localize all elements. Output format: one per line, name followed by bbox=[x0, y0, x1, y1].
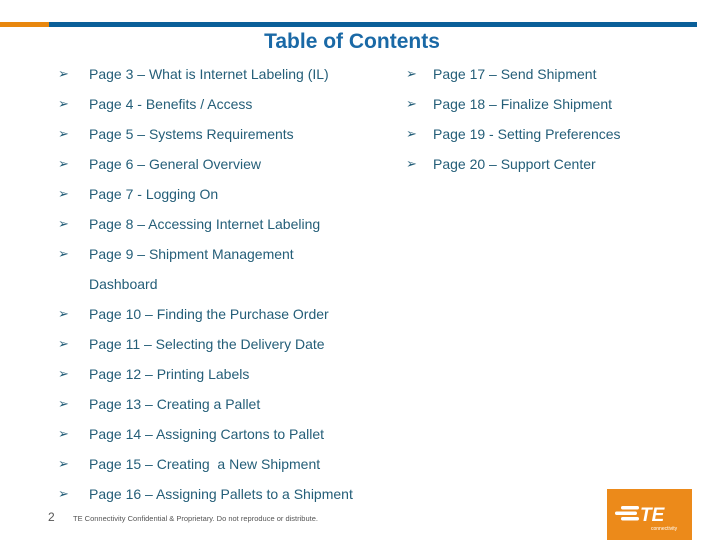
logo-tagline: connectivity bbox=[651, 526, 678, 532]
logo-mark: TE bbox=[640, 505, 666, 526]
confidentiality-notice: TE Connectivity Confidential & Proprieta… bbox=[73, 514, 318, 523]
arrowhead-bullet-icon: ➢ bbox=[58, 306, 69, 321]
te-connectivity-logo: TE connectivity bbox=[607, 489, 692, 540]
arrowhead-bullet-icon: ➢ bbox=[406, 156, 417, 171]
page-title: Table of Contents bbox=[264, 30, 440, 53]
arrowhead-bullet-icon: ➢ bbox=[58, 156, 69, 171]
arrowhead-bullet-icon: ➢ bbox=[406, 126, 417, 141]
arrowhead-bullet-icon: ➢ bbox=[58, 96, 69, 111]
header-accent-orange-bar bbox=[0, 22, 49, 27]
arrowhead-bullet-icon: ➢ bbox=[58, 66, 69, 81]
arrowhead-bullet-icon: ➢ bbox=[58, 366, 69, 381]
header-accent-blue-bar bbox=[49, 22, 697, 27]
arrowhead-bullet-icon: ➢ bbox=[406, 96, 417, 111]
arrowhead-bullet-icon: ➢ bbox=[58, 336, 69, 351]
arrowhead-bullet-icon: ➢ bbox=[58, 216, 69, 231]
arrowhead-bullet-icon: ➢ bbox=[58, 426, 69, 441]
arrowhead-bullet-icon: ➢ bbox=[58, 186, 69, 201]
te-logo-icon: TE connectivity bbox=[615, 505, 678, 532]
arrowhead-bullet-icon: ➢ bbox=[58, 126, 69, 141]
arrowhead-bullet-icon: ➢ bbox=[58, 486, 69, 501]
arrowhead-bullet-icon: ➢ bbox=[58, 456, 69, 471]
arrowhead-bullet-icon: ➢ bbox=[406, 66, 417, 81]
page-number: 2 bbox=[48, 510, 55, 524]
arrowhead-bullet-icon: ➢ bbox=[58, 246, 69, 261]
arrowhead-bullet-icon: ➢ bbox=[58, 396, 69, 411]
